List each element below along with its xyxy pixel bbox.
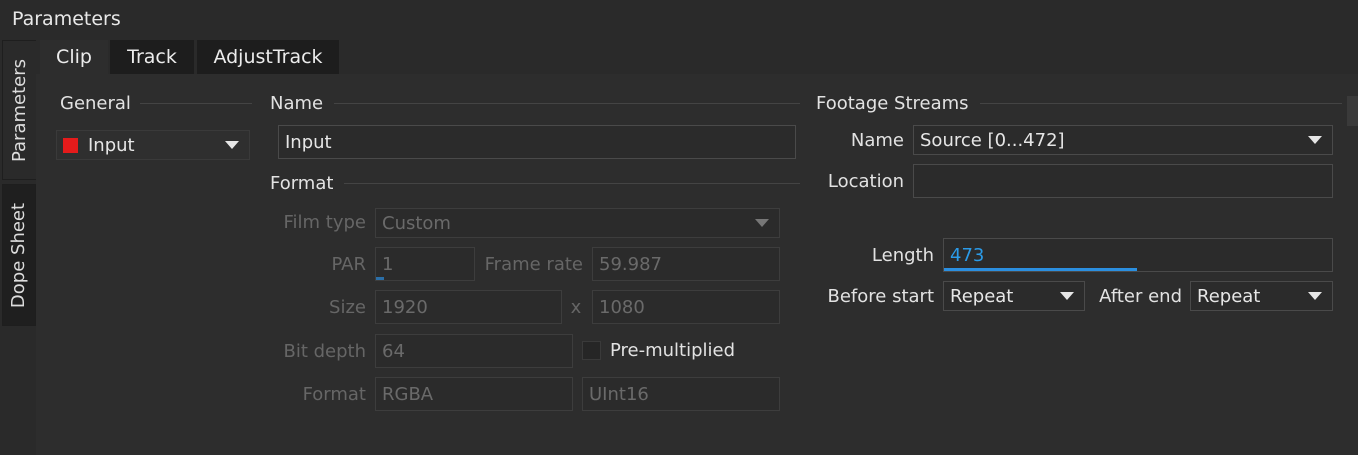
bit-depth-input[interactable]: 64 — [375, 334, 573, 368]
frame-rate-input[interactable]: 59.987 — [592, 247, 780, 281]
bit-depth-label: Bit depth — [283, 341, 366, 362]
name-divider — [334, 103, 800, 104]
tab-clip-label: Clip — [56, 46, 92, 68]
size-label: Size — [329, 297, 366, 318]
side-tab-dope-sheet[interactable]: Dope Sheet — [2, 184, 36, 326]
format-label: Format — [302, 384, 366, 405]
footage-name-value: Source [0...472] — [920, 129, 1065, 151]
before-start-value: Repeat — [950, 285, 1014, 307]
length-underline — [944, 268, 1137, 271]
side-tab-parameters[interactable]: Parameters — [2, 40, 36, 180]
format-type-value: UInt16 — [589, 383, 649, 405]
chevron-down-icon — [755, 219, 769, 227]
chevron-down-icon — [1060, 292, 1074, 300]
par-input[interactable]: 1 — [375, 247, 475, 281]
frame-rate-value: 59.987 — [599, 253, 662, 275]
location-input[interactable] — [913, 164, 1333, 198]
tab-clip[interactable]: Clip — [40, 40, 108, 74]
size-width-value: 1920 — [382, 296, 428, 318]
name-input-value: Input — [285, 131, 332, 153]
general-heading: General — [60, 93, 131, 114]
chevron-down-icon — [1308, 292, 1322, 300]
size-height-input[interactable]: 1080 — [592, 290, 780, 324]
film-type-label: Film type — [283, 212, 366, 233]
film-type-value: Custom — [382, 212, 451, 234]
film-type-select[interactable]: Custom — [375, 208, 780, 238]
chevron-down-icon — [1308, 136, 1322, 144]
footage-divider — [980, 103, 1342, 104]
general-divider — [140, 103, 252, 104]
length-input[interactable]: 473 — [943, 238, 1333, 272]
premultiplied-checkbox[interactable] — [582, 341, 601, 360]
par-label: PAR — [331, 254, 366, 275]
after-end-value: Repeat — [1197, 285, 1261, 307]
chevron-down-icon — [225, 141, 239, 149]
format-type-input[interactable]: UInt16 — [582, 377, 780, 411]
frame-rate-label: Frame rate — [484, 254, 583, 275]
after-end-label: After end — [1099, 286, 1182, 307]
par-value: 1 — [382, 253, 394, 275]
before-start-select[interactable]: Repeat — [943, 281, 1085, 311]
tab-track[interactable]: Track — [110, 40, 194, 74]
format-heading: Format — [270, 173, 334, 194]
tab-adjusttrack[interactable]: AdjustTrack — [197, 40, 339, 74]
name-input[interactable]: Input — [278, 125, 796, 159]
size-width-input[interactable]: 1920 — [375, 290, 562, 324]
clip-select-value: Input — [88, 134, 135, 156]
footage-heading: Footage Streams — [816, 93, 969, 114]
side-tab-dope-sheet-label: Dope Sheet — [8, 202, 30, 308]
before-start-label: Before start — [827, 286, 935, 307]
tab-adjusttrack-label: AdjustTrack — [213, 46, 323, 68]
side-tab-parameters-label: Parameters — [9, 58, 30, 162]
format-value: RGBA — [382, 383, 434, 405]
format-divider — [344, 183, 800, 184]
format-input[interactable]: RGBA — [375, 377, 573, 411]
name-heading: Name — [270, 93, 324, 114]
footage-name-select[interactable]: Source [0...472] — [913, 125, 1333, 155]
bit-depth-value: 64 — [382, 340, 405, 362]
footage-name-label: Name — [850, 130, 904, 151]
par-cursor — [376, 277, 384, 280]
after-end-select[interactable]: Repeat — [1190, 281, 1333, 311]
size-height-value: 1080 — [599, 296, 645, 318]
tab-track-label: Track — [127, 46, 177, 68]
length-label: Length — [871, 245, 934, 266]
length-value: 473 — [950, 244, 985, 266]
location-label: Location — [827, 171, 904, 192]
scrollbar[interactable] — [1347, 96, 1358, 126]
clip-select[interactable]: Input — [56, 130, 250, 160]
size-separator: x — [570, 297, 582, 318]
clip-color-swatch — [63, 137, 78, 153]
premultiplied-label: Pre-multiplied — [610, 340, 736, 361]
panel-title: Parameters — [12, 8, 121, 30]
